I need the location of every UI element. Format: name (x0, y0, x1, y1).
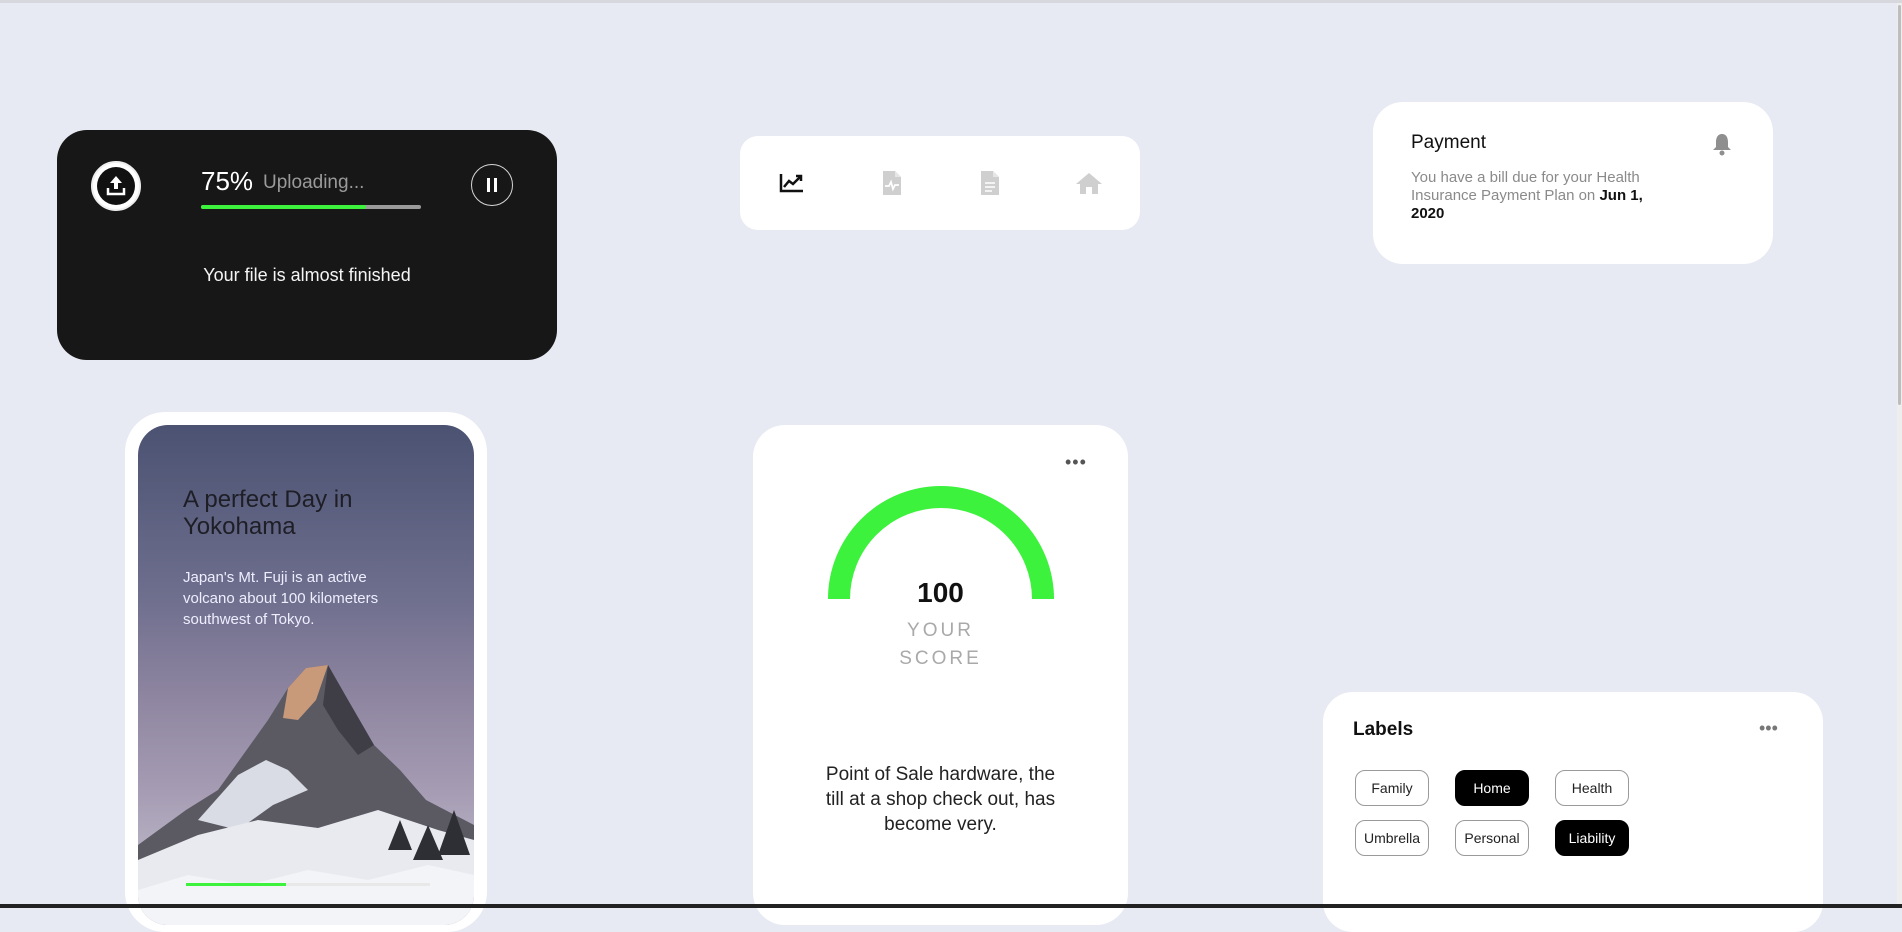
more-options-icon[interactable]: ••• (1065, 452, 1087, 473)
top-border (0, 0, 1902, 3)
pause-button[interactable] (471, 164, 513, 206)
travel-description: Japan's Mt. Fuji is an active volcano ab… (183, 569, 379, 628)
travel-title: A perfect Day in Yokohama (183, 486, 353, 540)
upload-status: Uploading... (263, 172, 365, 193)
labels-card: Labels ••• Family Home Health Umbrella P… (1323, 692, 1823, 932)
file-text-icon[interactable] (976, 169, 1004, 197)
scrollbar-thumb[interactable] (1898, 5, 1901, 405)
upload-progress-fill (201, 205, 366, 209)
travel-progress-bar (186, 883, 430, 886)
upload-percentage: 75% (201, 166, 254, 196)
home-icon[interactable] (1075, 169, 1103, 197)
icon-nav-bar (740, 136, 1140, 230)
bottom-border (0, 904, 1902, 908)
score-label: YOUR SCORE (899, 620, 982, 669)
payment-title: Payment (1411, 132, 1486, 153)
upload-card: 75% Uploading... Your file is almost fin… (57, 130, 557, 360)
score-card: ••• 100 YOUR SCORE Point of Sale hardwar… (753, 425, 1128, 925)
labels-title: Labels (1353, 719, 1414, 740)
label-chip-personal[interactable]: Personal (1455, 820, 1529, 856)
label-chip-umbrella[interactable]: Umbrella (1355, 820, 1429, 856)
score-description: Point of Sale hardware, the till at a sh… (825, 764, 1056, 835)
payment-card: Payment You have a bill due for your Hea… (1373, 102, 1773, 264)
bell-icon[interactable] (1711, 132, 1735, 156)
label-chip-family[interactable]: Family (1355, 770, 1429, 806)
pause-icon (487, 178, 490, 192)
label-chip-home[interactable]: Home (1455, 770, 1529, 806)
travel-card[interactable]: A perfect Day in Yokohama Japan's Mt. Fu… (138, 425, 474, 925)
payment-message: You have a bill due for your Health Insu… (1411, 169, 1651, 223)
more-options-icon[interactable]: ••• (1759, 718, 1778, 739)
travel-progress-fill (186, 883, 287, 886)
label-chip-health[interactable]: Health (1555, 770, 1629, 806)
upload-message: Your file is almost finished (203, 265, 411, 285)
file-pulse-icon[interactable] (878, 169, 906, 197)
label-chip-liability[interactable]: Liability (1555, 820, 1629, 856)
upload-progress-bar (201, 205, 421, 209)
chart-line-icon[interactable] (778, 169, 806, 197)
upload-icon[interactable] (91, 161, 141, 211)
travel-card-frame: A perfect Day in Yokohama Japan's Mt. Fu… (125, 412, 487, 932)
score-value: 100 (917, 577, 964, 608)
